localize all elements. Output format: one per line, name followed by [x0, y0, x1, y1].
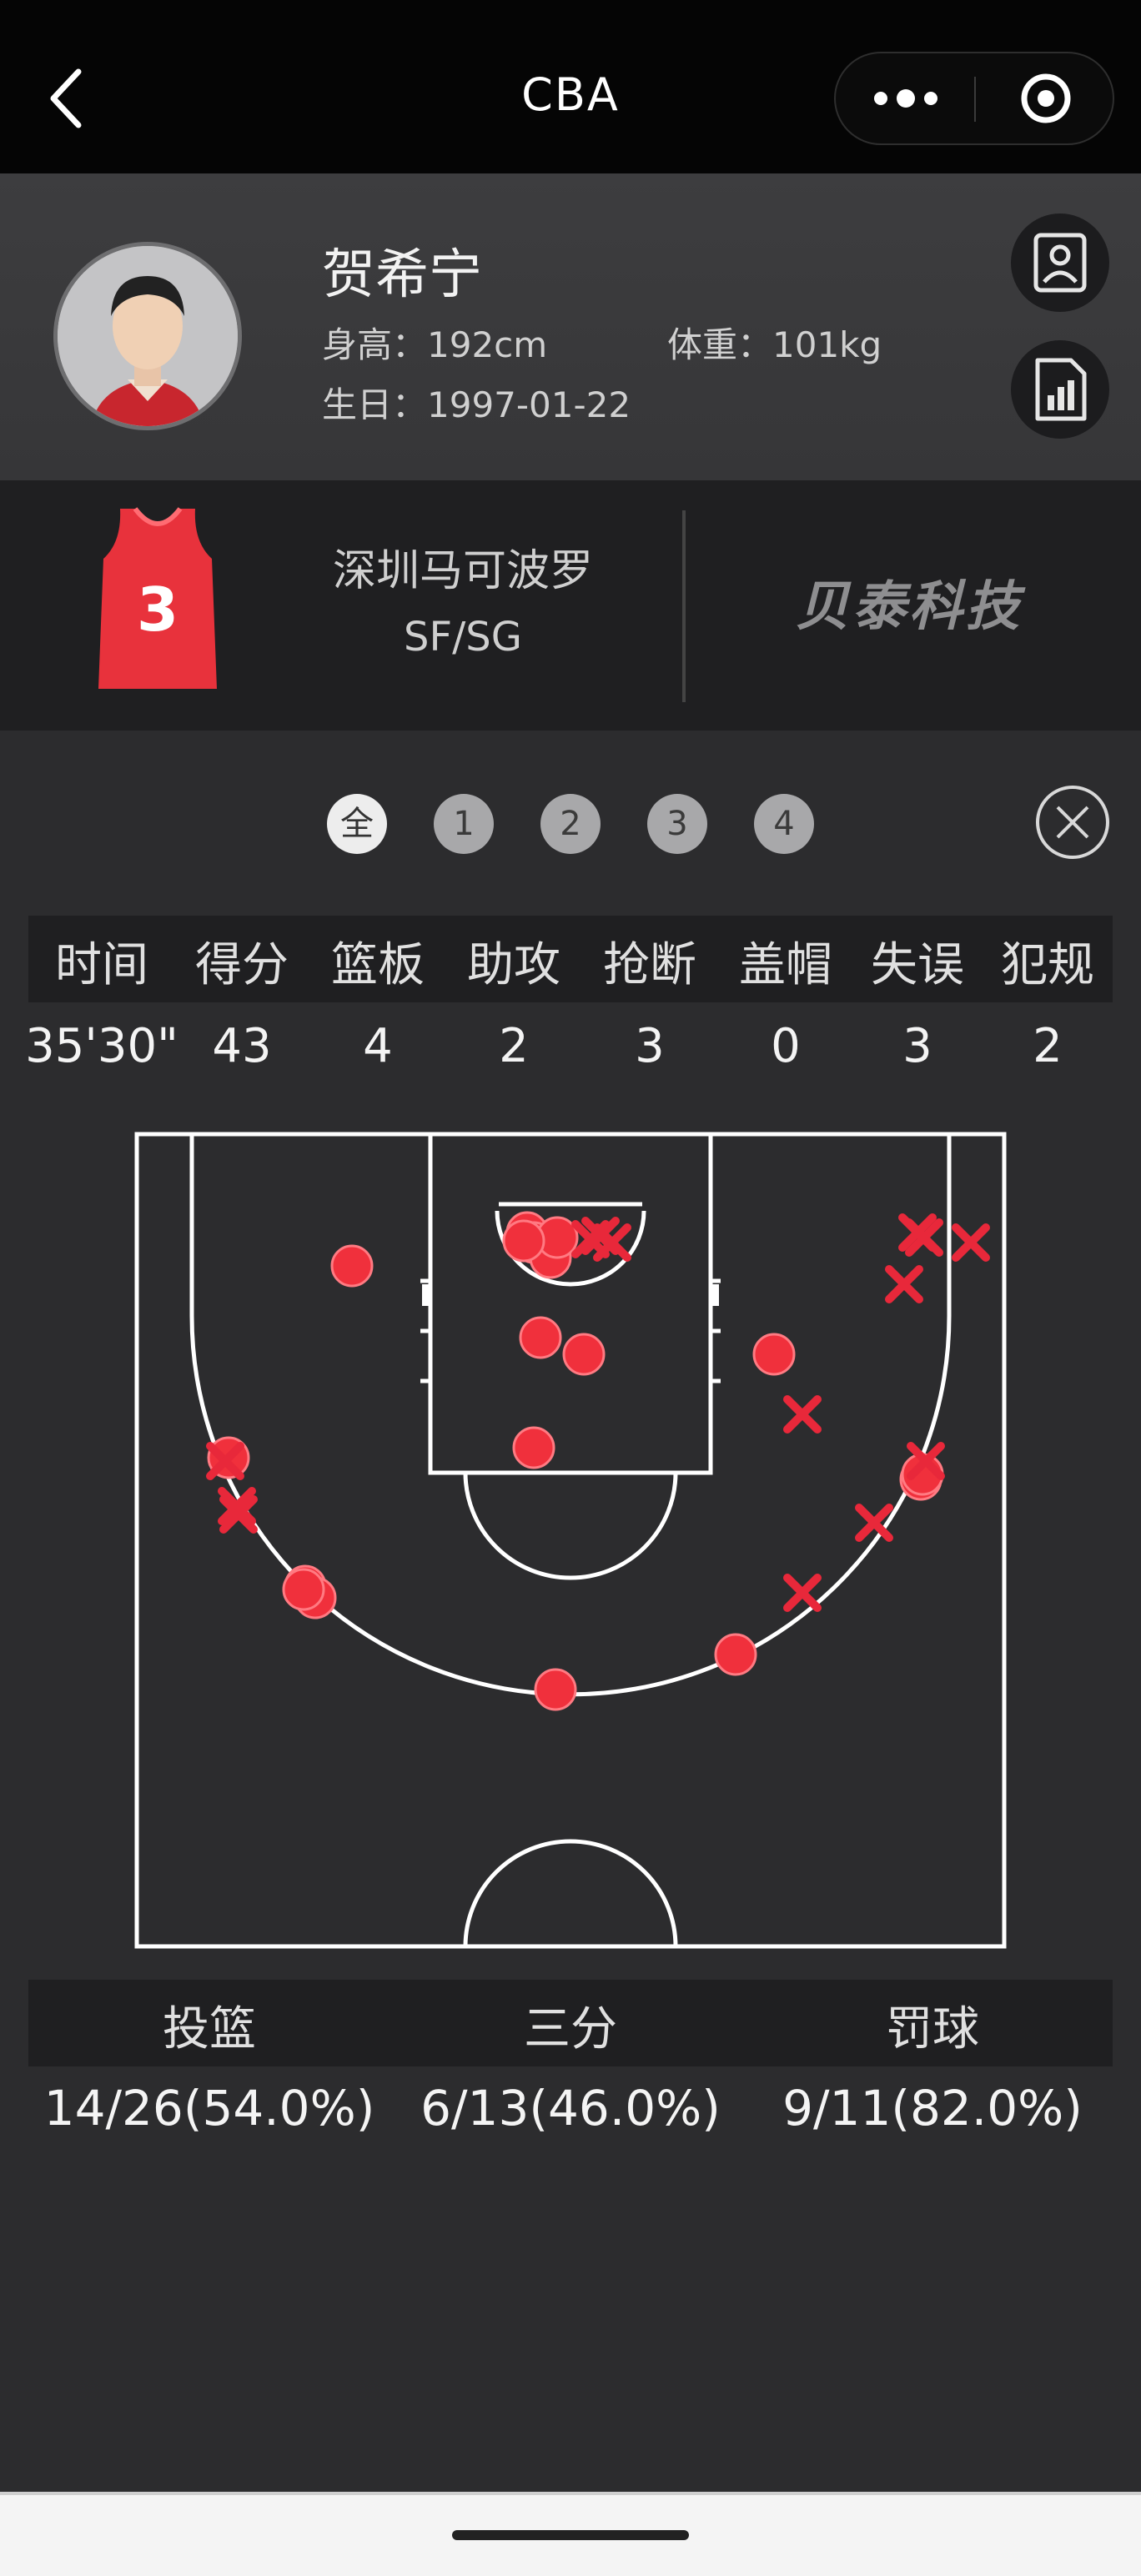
jersey-number: 3 [137, 575, 178, 645]
stats-value-row: 35'30" 43 4 2 3 0 3 2 [25, 1006, 1113, 1089]
missed-shot-marker [885, 1265, 923, 1303]
profile-button[interactable] [1011, 213, 1109, 312]
tab-all[interactable]: 全 [327, 794, 387, 854]
stat-value-assists: 2 [499, 1019, 529, 1073]
jersey-icon: 3 [98, 507, 217, 689]
stat-header-points: 得分 [195, 938, 289, 992]
more-button[interactable] [836, 53, 976, 143]
person-card-icon [1033, 233, 1087, 293]
shooting-value-row: 14/26(54.0%) 6/13(46.0%) 9/11(82.0%) [28, 2071, 1113, 2155]
stat-value-rebounds: 4 [363, 1019, 393, 1073]
made-shot-marker [512, 1426, 555, 1469]
shooting-header-row: 投篮 三分 罚球 [28, 1980, 1113, 2066]
stat-value-blocks: 0 [771, 1019, 801, 1073]
team-name: 深圳马可波罗 [332, 546, 593, 596]
shoot-header-ft: 罚球 [886, 2002, 979, 2056]
stat-value-steals: 3 [635, 1019, 665, 1073]
shot-markers [206, 1211, 990, 1711]
made-shot-marker [562, 1333, 606, 1376]
close-miniprogram-button[interactable] [976, 53, 1114, 143]
player-photo [58, 246, 238, 426]
shoot-header-three: 三分 [524, 2002, 617, 2056]
shoot-value-fg: 14/26(54.0%) [43, 2080, 375, 2137]
made-shot-marker [534, 1668, 577, 1711]
missed-shot-marker [855, 1504, 893, 1542]
stat-header-time: 时间 [55, 938, 148, 992]
tab-q3[interactable]: 3 [647, 794, 707, 854]
report-button[interactable] [1011, 340, 1109, 439]
tab-q1[interactable]: 1 [434, 794, 494, 854]
stat-value-turnovers: 3 [902, 1019, 932, 1073]
stat-header-fouls: 犯规 [1001, 938, 1094, 992]
stat-header-steals: 抢断 [603, 938, 696, 992]
missed-shot-marker [952, 1223, 990, 1262]
missed-shot-marker [783, 1574, 822, 1612]
stat-header-rebounds: 篮板 [331, 938, 425, 992]
close-circle-icon [1036, 786, 1109, 859]
shoot-header-fg: 投篮 [163, 2002, 256, 2056]
miniprogram-capsule [834, 52, 1114, 145]
system-bottom-bar [0, 2495, 1141, 2576]
made-shot-marker [282, 1568, 325, 1611]
stat-header-blocks: 盖帽 [739, 938, 832, 992]
target-circle-icon [1021, 73, 1071, 123]
stat-header-assists: 助攻 [467, 938, 560, 992]
shoot-value-ft: 9/11(82.0%) [782, 2080, 1083, 2137]
made-shot-marker [330, 1244, 374, 1288]
player-header: 贺希宁 身高：192cm 体重：101kg 生日：1997-01-22 [0, 173, 1141, 480]
player-avatar [53, 242, 242, 430]
tab-q2[interactable]: 2 [540, 794, 601, 854]
sponsor-logo: 贝泰科技 [796, 576, 1023, 638]
team-band: 3 深圳马可波罗 SF/SG 贝泰科技 [0, 480, 1141, 731]
stat-header-turnovers: 失误 [871, 938, 964, 992]
stats-header-row: 时间 得分 篮板 助攻 抢断 盖帽 失误 犯规 [28, 916, 1113, 1002]
player-weight: 体重：101kg [667, 324, 882, 365]
made-shot-marker [519, 1316, 562, 1359]
top-nav-bar: CBA [0, 0, 1141, 173]
shoot-value-three: 6/13(46.0%) [420, 2080, 721, 2137]
missed-shot-marker [783, 1395, 822, 1434]
made-shot-marker [502, 1219, 545, 1263]
more-dots-icon [874, 89, 937, 108]
made-shot-marker [714, 1633, 757, 1676]
home-indicator[interactable] [452, 2530, 689, 2540]
shot-chart-court [134, 1132, 1007, 1949]
player-birthday: 生日：1997-01-22 [322, 384, 631, 425]
player-height: 身高：192cm [322, 324, 548, 365]
player-name: 贺希宁 [322, 244, 482, 306]
team-divider [682, 510, 686, 702]
stat-value-points: 43 [212, 1019, 272, 1073]
tab-q4[interactable]: 4 [754, 794, 814, 854]
made-shot-marker [752, 1333, 796, 1376]
player-position: SF/SG [404, 614, 522, 660]
bar-chart-document-icon [1035, 358, 1087, 421]
stat-value-fouls: 2 [1033, 1019, 1063, 1073]
close-button[interactable] [1033, 782, 1113, 862]
stat-value-time: 35'30" [25, 1019, 178, 1073]
